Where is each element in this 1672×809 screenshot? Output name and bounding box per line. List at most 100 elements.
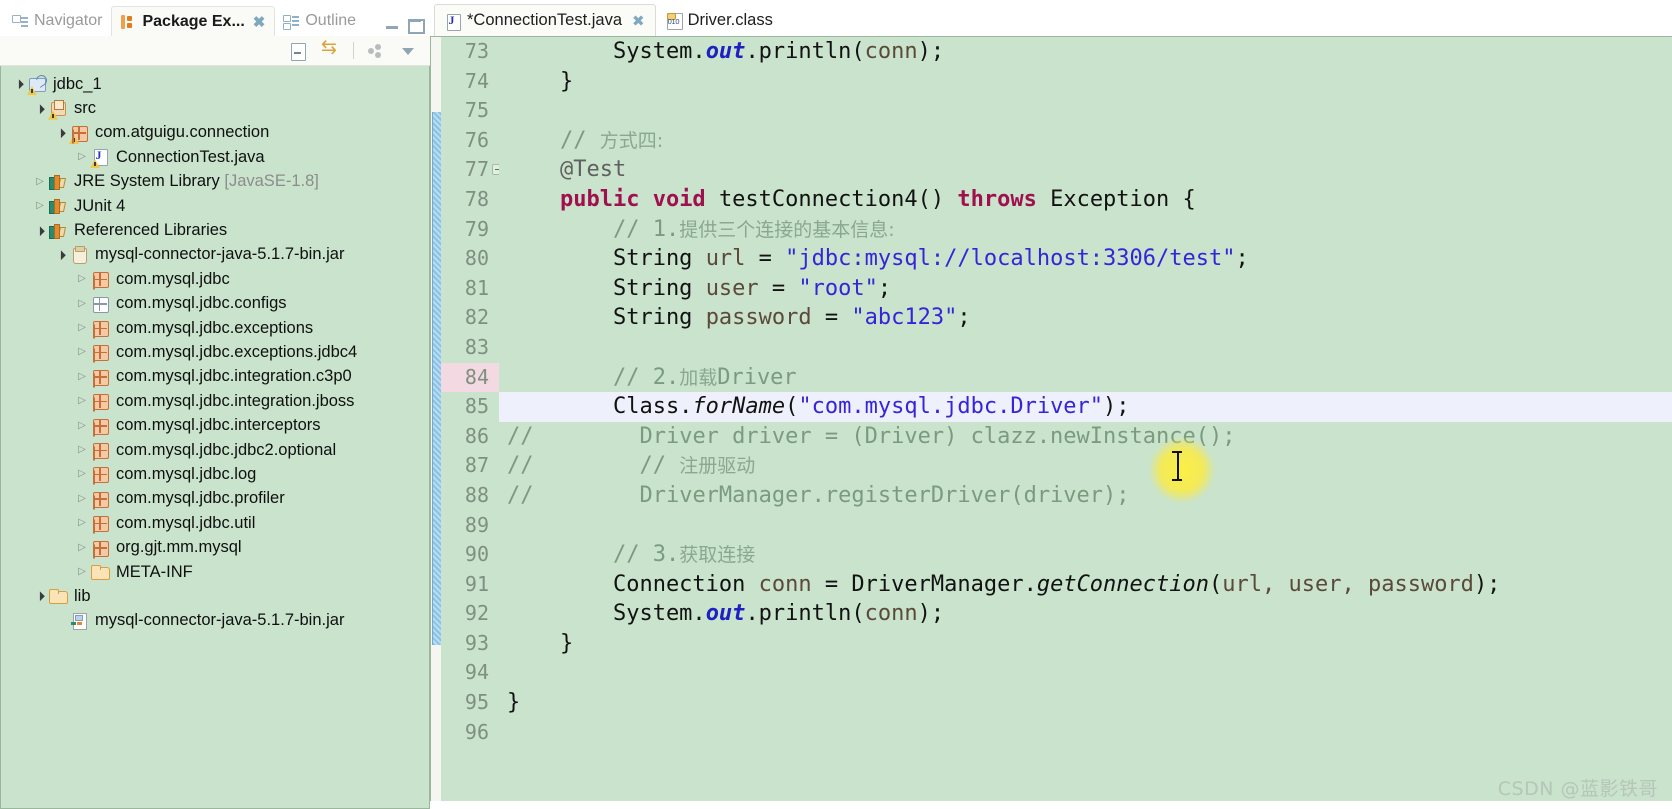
line-number: 80 <box>464 246 489 271</box>
tree-item-label: com.mysql.jdbc.integration.c3p0 <box>116 367 352 386</box>
line-number: 79 <box>464 216 489 241</box>
tree-item[interactable]: com.atguigu.connection <box>1 121 429 145</box>
tree-item[interactable]: Referenced Libraries <box>1 218 429 242</box>
tree-item[interactable]: JRE System Library [JavaSE-1.8] <box>1 170 429 194</box>
tree-item[interactable]: org.gjt.mm.mysql <box>1 535 429 559</box>
code-line[interactable]: String password = "abc123"; <box>499 303 1672 333</box>
view-menu-icon[interactable] <box>366 41 386 61</box>
tree-item[interactable]: com.mysql.jdbc <box>1 267 429 291</box>
code-line[interactable]: System.out.println(conn); <box>499 37 1672 67</box>
code-line[interactable]: @Test <box>499 155 1672 185</box>
package-icon <box>90 416 112 436</box>
tree-item[interactable]: com.mysql.jdbc.interceptors <box>1 413 429 437</box>
annotation-ruler[interactable] <box>431 37 441 809</box>
expand-arrow-open-icon[interactable] <box>53 128 69 138</box>
tree-item[interactable]: JUnit 4 <box>1 194 429 218</box>
code-line[interactable]: // 方式四: <box>499 126 1672 156</box>
expand-arrow-closed-icon[interactable] <box>74 274 90 284</box>
expand-arrow-closed-icon[interactable] <box>74 372 90 382</box>
code-line[interactable] <box>499 511 1672 541</box>
close-icon[interactable]: ✖ <box>632 12 645 30</box>
code-text[interactable]: System.out.println(conn); } // 方式四: @Tes… <box>499 37 1672 809</box>
code-line[interactable]: // 1.提供三个连接的基本信息: <box>499 215 1672 245</box>
expand-arrow-closed-icon[interactable] <box>74 396 90 406</box>
code-line[interactable]: // Driver driver = (Driver) clazz.newIns… <box>499 422 1672 452</box>
expand-arrow-closed-icon[interactable] <box>74 494 90 504</box>
expand-arrow-open-icon[interactable] <box>32 104 48 114</box>
code-token: Driver <box>717 364 797 390</box>
view-tab-package-explorer[interactable]: Package Ex... ✖ <box>111 6 276 36</box>
tree-item[interactable]: lib <box>1 584 429 608</box>
tree-item[interactable]: com.mysql.jdbc.log <box>1 462 429 486</box>
code-token: ; <box>957 305 971 331</box>
code-line[interactable]: } <box>499 688 1672 718</box>
minimize-view-icon[interactable] <box>385 17 400 32</box>
code-token: 注册驱动 <box>679 455 756 478</box>
code-line[interactable]: Class.forName("com.mysql.jdbc.Driver"); <box>499 392 1672 422</box>
expand-arrow-closed-icon[interactable] <box>74 469 90 479</box>
code-line[interactable] <box>499 718 1672 748</box>
expand-arrow-closed-icon[interactable] <box>32 177 48 187</box>
tree-item[interactable]: com.mysql.jdbc.profiler <box>1 487 429 511</box>
link-with-editor-icon[interactable] <box>321 36 341 61</box>
expand-arrow-open-icon[interactable] <box>32 226 48 236</box>
tree-item[interactable]: com.mysql.jdbc.integration.jboss <box>1 389 429 413</box>
editor-tab-driver-class[interactable]: Driver.class <box>656 4 783 36</box>
code-token: = <box>824 305 852 331</box>
tree-item[interactable]: jdbc_1 <box>1 72 429 96</box>
code-line[interactable] <box>499 96 1672 126</box>
tree-item[interactable]: src <box>1 96 429 120</box>
expand-arrow-open-icon[interactable] <box>32 591 48 601</box>
collapse-all-icon[interactable] <box>289 41 309 61</box>
tree-item[interactable]: mysql-connector-java-5.1.7-bin.jar <box>1 243 429 267</box>
expand-arrow-closed-icon[interactable] <box>74 152 90 162</box>
expand-arrow-closed-icon[interactable] <box>74 323 90 333</box>
code-line[interactable]: } <box>499 629 1672 659</box>
tree-item[interactable]: com.mysql.jdbc.exceptions <box>1 316 429 340</box>
expand-arrow-closed-icon[interactable] <box>74 543 90 553</box>
tree-item[interactable]: com.mysql.jdbc.jdbc2.optional <box>1 438 429 462</box>
jar-icon <box>69 245 91 265</box>
source-editor[interactable]: 73 74 75 76 77 78 79 80 81 82 83 84 85 86 87 88 89 90 91 92… <box>430 36 1672 809</box>
tree-item-label: src <box>74 99 96 118</box>
chevron-down-icon[interactable] <box>398 41 418 61</box>
code-line[interactable]: public void testConnection4() throws Exc… <box>499 185 1672 215</box>
expand-arrow-closed-icon[interactable] <box>74 518 90 528</box>
code-line[interactable]: // 3.获取连接 <box>499 540 1672 570</box>
code-token: String <box>507 305 706 331</box>
code-token: conn <box>864 601 918 627</box>
code-line[interactable]: Connection conn = DriverManager.getConne… <box>499 570 1672 600</box>
view-tab-outline[interactable]: Outline <box>275 6 365 36</box>
code-line[interactable] <box>499 333 1672 363</box>
tree-item-label: com.mysql.jdbc.configs <box>116 294 287 313</box>
expand-arrow-open-icon[interactable] <box>53 250 69 260</box>
expand-arrow-closed-icon[interactable] <box>74 299 90 309</box>
code-line[interactable]: String user = "root"; <box>499 274 1672 304</box>
view-tab-navigator[interactable]: Navigator <box>4 6 111 36</box>
code-line[interactable]: String url = "jdbc:mysql://localhost:330… <box>499 244 1672 274</box>
tree-item[interactable]: META-INF <box>1 560 429 584</box>
tree-item[interactable]: com.mysql.jdbc.configs <box>1 292 429 316</box>
expand-arrow-closed-icon[interactable] <box>74 421 90 431</box>
expand-arrow-closed-icon[interactable] <box>32 201 48 211</box>
code-line[interactable]: // 2.加载Driver <box>499 363 1672 393</box>
expand-arrow-closed-icon[interactable] <box>74 567 90 577</box>
expand-arrow-closed-icon[interactable] <box>74 347 90 357</box>
package-icon <box>90 440 112 460</box>
close-icon[interactable]: ✖ <box>253 13 266 31</box>
code-line[interactable]: // // 注册驱动 <box>499 451 1672 481</box>
tree-item[interactable]: com.mysql.jdbc.integration.c3p0 <box>1 365 429 389</box>
tree-item[interactable]: com.mysql.jdbc.exceptions.jdbc4 <box>1 340 429 364</box>
tree-item[interactable]: com.mysql.jdbc.util <box>1 511 429 535</box>
code-line[interactable]: // DriverManager.registerDriver(driver); <box>499 481 1672 511</box>
expand-arrow-open-icon[interactable] <box>11 79 27 89</box>
tree-item[interactable]: ConnectionTest.java <box>1 145 429 169</box>
tree-item[interactable]: mysql-connector-java-5.1.7-bin.jar <box>1 609 429 633</box>
maximize-view-icon[interactable] <box>407 17 425 34</box>
code-line[interactable]: System.out.println(conn); <box>499 599 1672 629</box>
code-line[interactable]: } <box>499 67 1672 97</box>
project-tree[interactable]: jdbc_1src com.atguigu.connection Connectio… <box>0 66 430 809</box>
expand-arrow-closed-icon[interactable] <box>74 445 90 455</box>
code-line[interactable] <box>499 658 1672 688</box>
editor-tab-connectiontest[interactable]: *ConnectionTest.java ✖ <box>434 4 656 36</box>
